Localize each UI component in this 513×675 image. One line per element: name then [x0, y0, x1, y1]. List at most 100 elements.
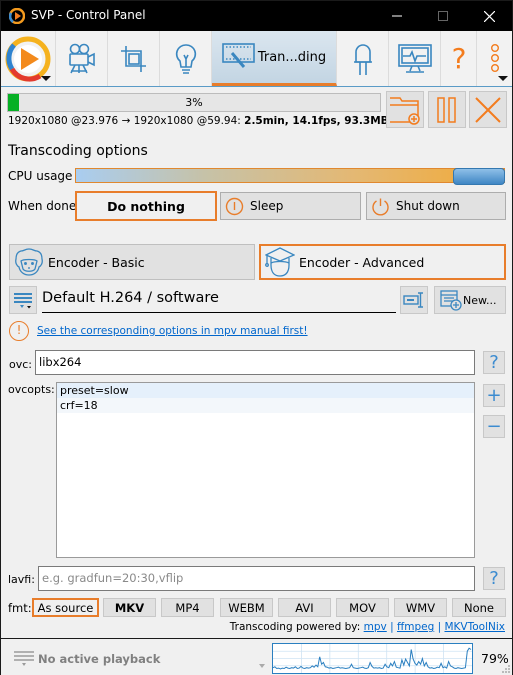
ovc-label: ovc: [9, 358, 32, 371]
sheep-icon [15, 248, 43, 276]
fmt-label: fmt: [8, 601, 32, 615]
transcode-progress-bar: 3% [7, 93, 381, 112]
shut-down-label: Shut down [396, 199, 460, 213]
lavfi-label: lavfi: [8, 573, 35, 586]
lavfi-help-button[interactable]: ? [483, 567, 505, 590]
monitor-icon [397, 43, 432, 73]
tab-encoder-advanced[interactable]: Encoder - Advanced [259, 244, 506, 280]
format-wmv[interactable]: WMV [394, 598, 447, 617]
ovcopts-label: ovcopts: [8, 383, 55, 396]
remove-option-button[interactable]: − [483, 415, 505, 438]
format-mp4[interactable]: MP4 [161, 598, 214, 617]
crop-icon [120, 45, 146, 72]
separator: | [390, 621, 394, 633]
do-nothing-label: Do nothing [107, 198, 185, 214]
open-folder-button[interactable] [386, 91, 424, 128]
sleep-label: Sleep [250, 199, 284, 213]
transcode-resolution-info: 1920x1080 @23.976 → 1920x1080 @59.94: [8, 115, 245, 127]
transcoding-icon [222, 43, 255, 68]
playback-status: No active playback [38, 652, 161, 666]
format-mkv[interactable]: MKV [103, 598, 156, 617]
format-as-source[interactable]: As source [32, 598, 99, 617]
cpu-usage-slider[interactable] [75, 168, 505, 185]
main-toolbar: Tran...ding ? [1, 31, 512, 87]
sleep-button[interactable]: Sleep [220, 192, 361, 220]
progress-percent: 3% [185, 96, 203, 109]
cpu-usage-slider-thumb[interactable] [453, 168, 505, 185]
powered-by-prefix: Transcoding powered by: [229, 621, 364, 633]
tab-encoder-advanced-label: Encoder - Advanced [299, 254, 425, 270]
when-done-label: When done [8, 199, 77, 213]
list-item[interactable]: preset=slow [57, 383, 474, 398]
ovcopts-list[interactable]: preset=slow crf=18 [56, 382, 475, 558]
toolbar-crop[interactable] [108, 31, 160, 86]
format-none[interactable]: None [452, 598, 506, 617]
mpv-manual-link[interactable]: See the corresponding options in mpv man… [37, 325, 308, 337]
do-nothing-button[interactable]: Do nothing [75, 191, 217, 221]
toolbar-lights[interactable] [160, 31, 212, 86]
add-option-button[interactable]: + [483, 384, 505, 407]
ovc-input[interactable]: libx264 [35, 350, 475, 375]
rename-preset-button[interactable] [400, 286, 428, 314]
toolbar-led[interactable] [337, 31, 389, 86]
list-item[interactable]: crf=18 [57, 398, 474, 413]
toolbar-video[interactable] [56, 31, 108, 86]
chevron-down-icon [498, 76, 508, 81]
pause-button[interactable] [428, 91, 466, 128]
more-icon [490, 43, 499, 72]
svp-app-icon [9, 8, 25, 24]
mpv-link[interactable]: mpv [364, 621, 387, 633]
maximize-icon [438, 11, 448, 21]
folder-add-icon [390, 96, 420, 125]
led-icon [353, 43, 372, 75]
format-mov[interactable]: MOV [336, 598, 389, 617]
cpu-usage-graph [272, 643, 473, 674]
transcoding-options-heading: Transcoding options [8, 143, 148, 159]
format-webm[interactable]: WEBM [220, 598, 273, 617]
tab-encoder-basic[interactable]: Encoder - Basic [9, 244, 255, 280]
lavfi-input[interactable]: e.g. gradfun=20:30,vflip [38, 566, 475, 591]
ffmpeg-link[interactable]: ffmpeg [397, 621, 434, 633]
ovc-help-button[interactable]: ? [483, 351, 505, 374]
chevron-down-icon [259, 664, 265, 668]
toolbar-svp-menu[interactable] [1, 31, 56, 86]
movie-camera-icon [68, 43, 95, 73]
window-title: SVP - Control Panel [31, 8, 146, 22]
toolbar-monitor[interactable] [389, 31, 441, 86]
sleep-icon [225, 197, 244, 215]
hamburger-menu-icon [14, 293, 32, 309]
shut-down-button[interactable]: Shut down [366, 192, 506, 220]
resize-grip-icon[interactable] [502, 665, 510, 673]
close-icon [483, 10, 495, 22]
transcode-info: 1920x1080 @23.976 → 1920x1080 @59.94: 2.… [8, 115, 389, 127]
power-icon [372, 198, 389, 215]
pause-icon [437, 96, 456, 123]
minimize-button[interactable] [374, 1, 420, 31]
maximize-button[interactable] [420, 1, 466, 31]
playback-menu-icon[interactable] [14, 650, 34, 668]
minimize-icon [392, 15, 402, 17]
new-preset-label: New... [463, 293, 497, 307]
new-preset-button[interactable]: New... [434, 286, 506, 314]
toolbar-more[interactable] [477, 31, 512, 86]
tab-transcoding-label: Tran...ding [257, 49, 327, 65]
close-x-icon [475, 96, 501, 123]
graduate-icon [265, 247, 295, 277]
tab-transcoding[interactable]: Tran...ding [212, 31, 337, 86]
svg-text:?: ? [451, 44, 466, 74]
svp-control-panel-window: SVP - Control Panel Tran...ding ? 3% 192… [0, 0, 513, 675]
separator: | [437, 621, 442, 633]
stop-button[interactable] [469, 91, 507, 128]
transcode-stats: 2.5min, 14.1fps, 93.3MB [244, 115, 389, 127]
mkvtoolnix-link[interactable]: MKVToolNix [444, 621, 505, 633]
rename-icon [403, 292, 423, 308]
powered-by: Transcoding powered by: mpv | ffmpeg | M… [230, 621, 505, 633]
status-bar: No active playback 79% [1, 638, 512, 675]
warning-icon: ! [9, 321, 29, 341]
preset-name-input[interactable]: Default H.264 / software [42, 289, 396, 313]
format-avi[interactable]: AVI [278, 598, 331, 617]
toolbar-help[interactable]: ? [441, 31, 477, 86]
preset-menu-button[interactable] [9, 286, 37, 314]
new-preset-icon [440, 290, 462, 311]
close-button[interactable] [466, 1, 512, 31]
